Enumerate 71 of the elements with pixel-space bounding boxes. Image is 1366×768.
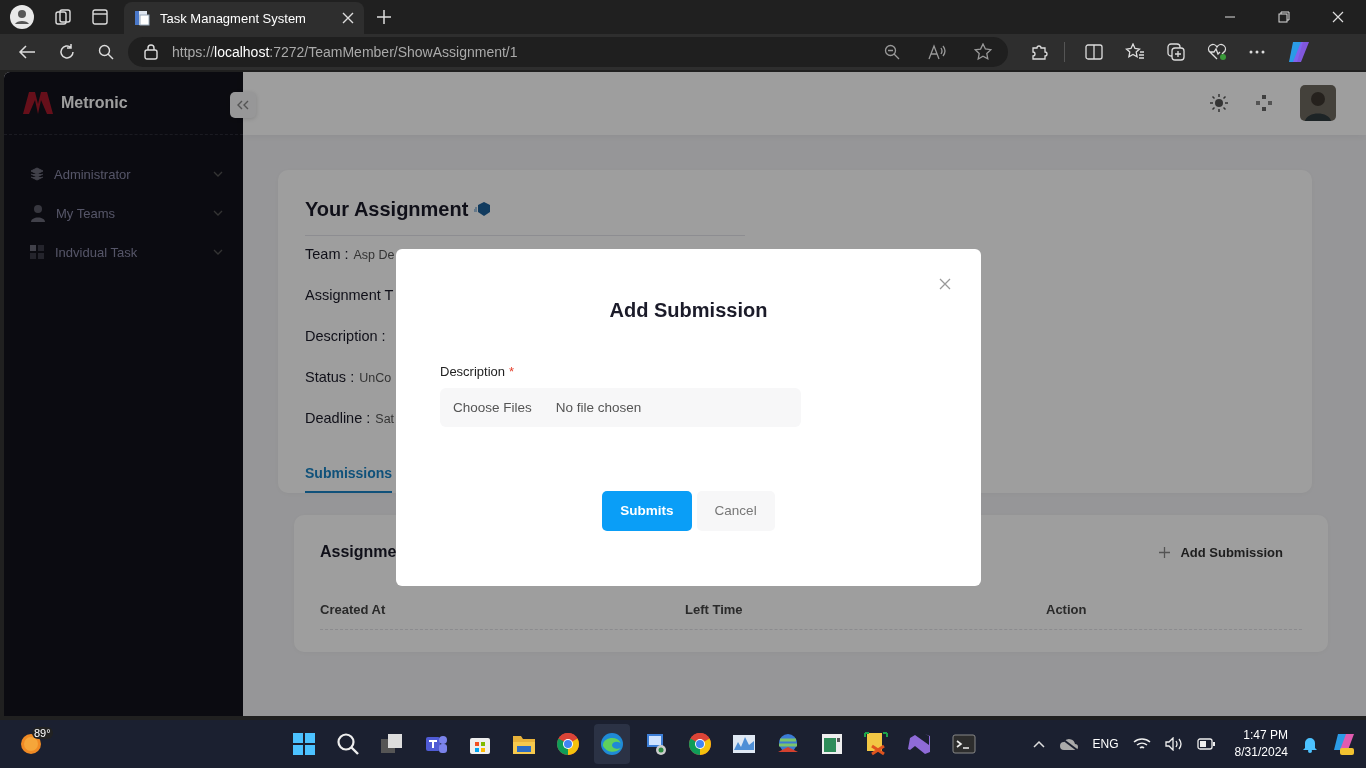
double-chevron-left-icon — [237, 99, 249, 110]
search-icon[interactable] — [335, 732, 360, 757]
collections-icon[interactable] — [1167, 42, 1185, 61]
page-icon — [134, 10, 150, 26]
card-title: Your Assignment — [305, 197, 469, 221]
plus-icon — [1159, 546, 1171, 558]
heart-pulse-icon[interactable] — [1207, 42, 1227, 61]
cloud-off-icon[interactable] — [1058, 737, 1079, 752]
tab-title: Task Managment System — [160, 10, 307, 26]
column-header: Action — [1046, 601, 1088, 617]
volume-icon[interactable] — [1164, 737, 1183, 752]
tab[interactable]: Submissions — [305, 464, 393, 493]
browser-ball-icon[interactable] — [555, 732, 580, 757]
lock-icon — [144, 43, 158, 60]
tools-icon[interactable] — [863, 732, 888, 757]
dialog-title: Add Submission — [608, 298, 769, 322]
battery-icon[interactable] — [1196, 738, 1215, 751]
detail-line: Description : — [305, 326, 386, 346]
back-icon[interactable] — [18, 43, 36, 60]
cube-icon — [474, 201, 493, 218]
language-indicator[interactable]: ENG — [1092, 737, 1119, 752]
browser-tab[interactable]: Task Managment System — [124, 2, 364, 34]
add-submission-button[interactable]: Add Submission — [1159, 540, 1302, 564]
read-aloud-icon[interactable] — [928, 43, 946, 60]
card-title: Assignme — [320, 543, 397, 562]
copilot-icon[interactable] — [1287, 39, 1311, 64]
new-tab-icon[interactable] — [376, 9, 392, 25]
bell-icon[interactable] — [1302, 735, 1318, 754]
temperature: 89° — [32, 727, 53, 740]
document-window-icon[interactable] — [819, 732, 844, 757]
workspaces-icon[interactable] — [54, 8, 72, 26]
avatar[interactable] — [1300, 85, 1336, 122]
tab-actions-icon[interactable] — [92, 9, 108, 25]
detail-line: Deadline : Sat — [305, 408, 395, 428]
detail-line: Team : Asp De — [305, 244, 395, 264]
ribbon-icon[interactable] — [907, 732, 932, 757]
cancel-button[interactable]: Cancel — [696, 490, 775, 531]
collapse-button[interactable] — [230, 91, 256, 118]
wifi-icon[interactable] — [1132, 737, 1151, 752]
restore-icon[interactable] — [1278, 11, 1290, 23]
puzzle-icon[interactable] — [1030, 42, 1048, 61]
brand-name: Metronic — [61, 93, 128, 112]
address-bar[interactable]: https://localhost:7272/TeamMember/ShowAssignment/1 — [128, 36, 1008, 67]
star-icon[interactable] — [974, 42, 992, 61]
chevron-up-icon[interactable] — [1032, 740, 1045, 749]
more-icon[interactable] — [1249, 49, 1265, 54]
field-label: Description * — [440, 363, 516, 379]
favorites-icon[interactable] — [1125, 42, 1145, 61]
logo-icon — [23, 91, 53, 114]
sun-icon[interactable] — [1210, 94, 1228, 113]
detail-line: Status : UnCo — [305, 367, 392, 387]
column-header: Created At — [320, 601, 387, 617]
grid-icon — [30, 244, 45, 260]
user-icon — [30, 204, 46, 223]
search-icon[interactable] — [98, 43, 114, 60]
file-input[interactable]: Choose Files No file chosen — [440, 387, 801, 427]
profile-icon[interactable] — [10, 5, 34, 29]
zoom-out-icon[interactable] — [884, 43, 900, 60]
layers-icon — [30, 167, 44, 182]
column-header: Left Time — [685, 601, 744, 617]
copilot-icon[interactable] — [1332, 732, 1356, 757]
split-screen-icon[interactable] — [1085, 43, 1103, 60]
wave-browser-icon[interactable] — [599, 732, 624, 757]
browser-ball-icon[interactable] — [687, 732, 712, 757]
detail-line: Assignment T — [305, 285, 394, 305]
refresh-icon[interactable] — [58, 42, 76, 61]
url-text: https://localhost:7272/TeamMember/ShowAssignment/1 — [172, 43, 518, 60]
apps-icon[interactable] — [1256, 95, 1272, 112]
clock[interactable]: 1:47 PM 8/31/2024 — [1234, 727, 1288, 762]
start-icon[interactable] — [291, 732, 316, 757]
terminal-icon[interactable] — [951, 732, 976, 757]
